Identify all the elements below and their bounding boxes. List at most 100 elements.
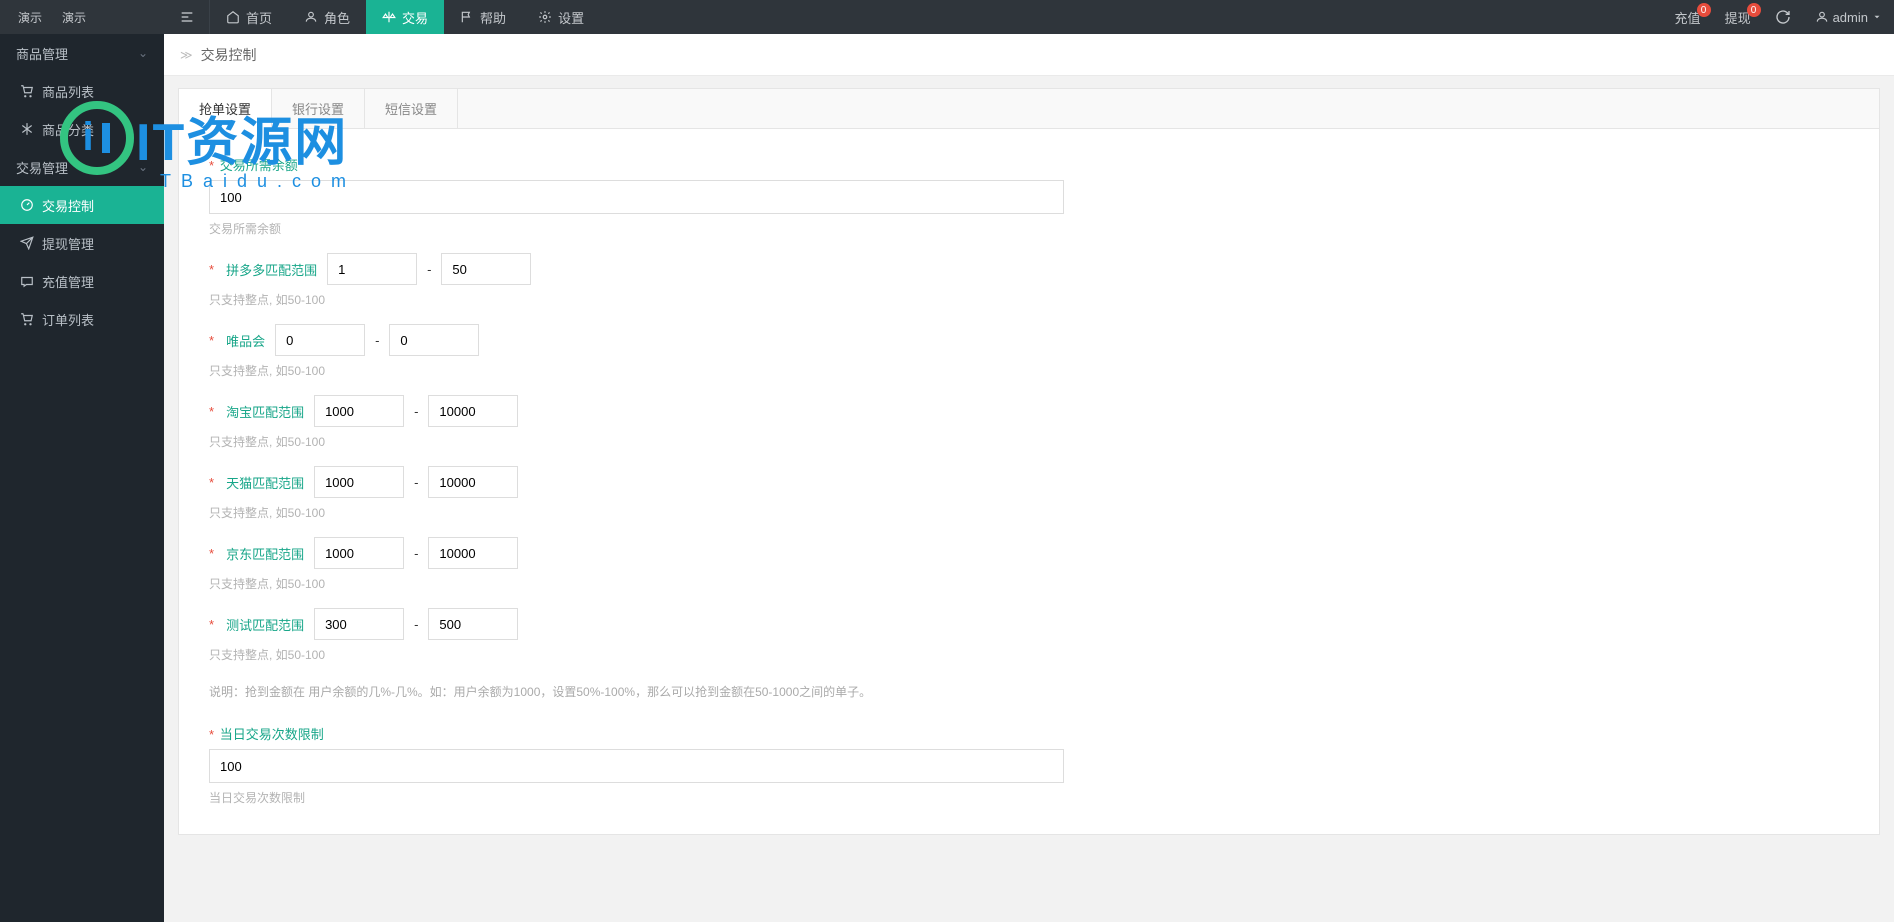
sidebar-group-trade-label: 交易管理: [16, 158, 68, 177]
test-min-input[interactable]: [314, 608, 404, 640]
content-panel: 抢单设置 银行设置 短信设置 * 交易所需余额 交易所需余额 * 拼多多匹: [178, 88, 1880, 835]
sidebar-group-product[interactable]: 商品管理 ⌄: [0, 34, 164, 72]
range-separator: -: [414, 475, 418, 490]
sidebar-group-trade[interactable]: 交易管理 ⌄: [0, 148, 164, 186]
sidebar-item-trade-control[interactable]: 交易控制: [0, 186, 164, 224]
field-daily-limit: * 当日交易次数限制 当日交易次数限制: [209, 724, 1849, 806]
tab-sms[interactable]: 短信设置: [365, 89, 458, 128]
taobao-min-input[interactable]: [314, 395, 404, 427]
withdraw-button[interactable]: 提现 0: [1713, 0, 1763, 34]
sidebar-group-product-label: 商品管理: [16, 44, 68, 63]
chevron-down-icon: [1872, 12, 1882, 22]
form-body: * 交易所需余额 交易所需余额 * 拼多多匹配范围 - 只支: [179, 129, 1879, 834]
field-wph: * 唯品会 - 只支持整点, 如50-100: [209, 324, 1849, 379]
required-mark: *: [209, 617, 214, 632]
home-icon: [226, 10, 240, 24]
chevron-down-icon: ⌄: [138, 46, 148, 60]
field-tmall: * 天猫匹配范围 - 只支持整点, 如50-100: [209, 466, 1849, 521]
pdd-min-input[interactable]: [327, 253, 417, 285]
required-mark: *: [209, 333, 214, 348]
field-label: 交易所需余额: [220, 155, 298, 174]
nav-settings-label: 设置: [558, 8, 584, 27]
nav-role[interactable]: 角色: [288, 0, 366, 34]
test-max-input[interactable]: [428, 608, 518, 640]
balance-input[interactable]: [209, 180, 1064, 214]
cart-icon: [20, 312, 34, 326]
help-text: 交易所需余额: [209, 220, 1849, 237]
nav-trade-label: 交易: [402, 8, 428, 27]
field-test: * 测试匹配范围 - 只支持整点, 如50-100: [209, 608, 1849, 663]
sidebar-item-label: 充值管理: [42, 272, 94, 291]
topbar: 演示 演示 首页 角色 交易 帮助 设置 充值 0: [0, 0, 1894, 34]
recharge-button[interactable]: 充值 0: [1663, 0, 1713, 34]
logo-text-left: 演示: [18, 9, 42, 26]
field-label: 京东匹配范围: [226, 544, 304, 563]
field-taobao: * 淘宝匹配范围 - 只支持整点, 如50-100: [209, 395, 1849, 450]
cart-icon: [20, 84, 34, 98]
topnav: 首页 角色 交易 帮助 设置: [164, 0, 600, 34]
menu-icon: [179, 9, 195, 25]
required-mark: *: [209, 404, 214, 419]
sidebar: 商品管理 ⌄ 商品列表 商品分类 交易管理 ⌄ 交易控制 提现管理 充值管理: [0, 34, 164, 922]
field-label: 拼多多匹配范围: [226, 260, 317, 279]
taobao-max-input[interactable]: [428, 395, 518, 427]
required-mark: *: [209, 475, 214, 490]
jd-max-input[interactable]: [428, 537, 518, 569]
refresh-button[interactable]: [1763, 0, 1803, 34]
topbar-right: 充值 0 提现 0 admin: [1663, 0, 1894, 34]
nav-role-label: 角色: [324, 8, 350, 27]
dashboard-icon: [20, 198, 34, 212]
tab-bank[interactable]: 银行设置: [272, 89, 365, 128]
nav-trade[interactable]: 交易: [366, 0, 444, 34]
sidebar-item-label: 商品分类: [42, 120, 94, 139]
required-mark: *: [209, 546, 214, 561]
sidebar-item-order-list[interactable]: 订单列表: [0, 300, 164, 338]
daily-limit-input[interactable]: [209, 749, 1064, 783]
wph-max-input[interactable]: [389, 324, 479, 356]
field-label: 天猫匹配范围: [226, 473, 304, 492]
user-menu-button[interactable]: admin: [1803, 0, 1894, 34]
scale-icon: [382, 10, 396, 24]
nav-help-label: 帮助: [480, 8, 506, 27]
field-label: 唯品会: [226, 331, 265, 350]
nav-settings[interactable]: 设置: [522, 0, 600, 34]
nav-home[interactable]: 首页: [210, 0, 288, 34]
sidebar-item-product-list[interactable]: 商品列表: [0, 72, 164, 110]
refresh-icon: [1775, 9, 1791, 25]
menu-toggle-button[interactable]: [164, 0, 210, 34]
user-icon: [1815, 10, 1829, 24]
wph-min-input[interactable]: [275, 324, 365, 356]
logo-text-right: 演示: [62, 9, 86, 26]
description-text: 说明：抢到金额在 用户余额的几%-几%。如：用户余额为1000，设置50%-10…: [209, 683, 1849, 700]
sidebar-item-label: 交易控制: [42, 196, 94, 215]
tmall-max-input[interactable]: [428, 466, 518, 498]
range-separator: -: [414, 617, 418, 632]
sidebar-item-withdraw-mgmt[interactable]: 提现管理: [0, 224, 164, 262]
sidebar-item-label: 订单列表: [42, 310, 94, 329]
field-label: 测试匹配范围: [226, 615, 304, 634]
tab-grab[interactable]: 抢单设置: [179, 89, 272, 129]
main-area: ≫ 交易控制 抢单设置 银行设置 短信设置 * 交易所需余额 交易所需余额: [164, 34, 1894, 922]
flag-icon: [460, 10, 474, 24]
pdd-max-input[interactable]: [441, 253, 531, 285]
nav-help[interactable]: 帮助: [444, 0, 522, 34]
help-text: 只支持整点, 如50-100: [209, 433, 1849, 450]
sidebar-item-label: 提现管理: [42, 234, 94, 253]
field-balance: * 交易所需余额 交易所需余额: [209, 155, 1849, 237]
help-text: 只支持整点, 如50-100: [209, 362, 1849, 379]
message-icon: [20, 274, 34, 288]
help-text: 只支持整点, 如50-100: [209, 504, 1849, 521]
recharge-badge: 0: [1697, 3, 1711, 17]
gear-icon: [538, 10, 552, 24]
sidebar-item-product-category[interactable]: 商品分类: [0, 110, 164, 148]
tmall-min-input[interactable]: [314, 466, 404, 498]
user-name: admin: [1833, 10, 1868, 25]
field-pdd: * 拼多多匹配范围 - 只支持整点, 如50-100: [209, 253, 1849, 308]
jd-min-input[interactable]: [314, 537, 404, 569]
sidebar-item-recharge-mgmt[interactable]: 充值管理: [0, 262, 164, 300]
breadcrumb-arrow-icon: ≫: [180, 48, 193, 62]
field-jd: * 京东匹配范围 - 只支持整点, 如50-100: [209, 537, 1849, 592]
send-icon: [20, 236, 34, 250]
required-mark: *: [209, 727, 214, 742]
field-label: 当日交易次数限制: [220, 724, 324, 743]
